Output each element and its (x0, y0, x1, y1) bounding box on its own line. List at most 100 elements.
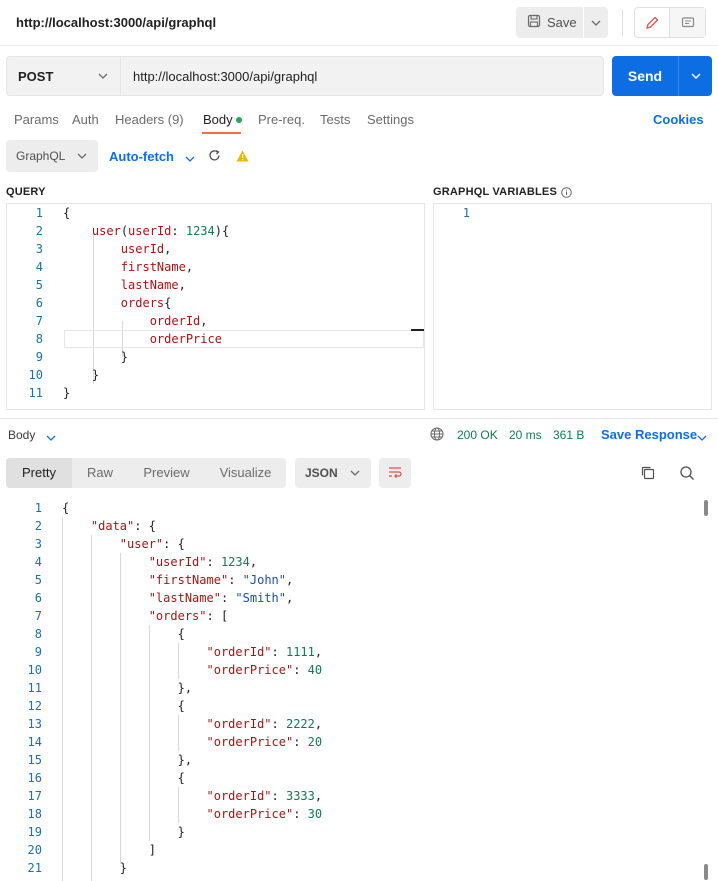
send-options-dropdown[interactable] (679, 56, 712, 96)
copy-icon[interactable] (640, 465, 656, 484)
edit-mode-button[interactable] (635, 8, 670, 37)
cookies-link[interactable]: Cookies (653, 112, 704, 127)
code-line: 8 { (0, 625, 718, 643)
line-number: 1 (34, 501, 42, 515)
code-line: 6 "lastName": "Smith", (0, 589, 718, 607)
header-divider (622, 10, 623, 36)
response-body-viewer[interactable]: 1{2 "data": {3 "user": {4 "userId": 1234… (0, 499, 718, 881)
active-tab-underline (202, 132, 241, 134)
save-response-button[interactable]: Save Response (601, 427, 697, 442)
pencil-icon (646, 16, 659, 29)
save-main[interactable]: Save (516, 7, 584, 38)
line-number: 21 (27, 861, 42, 875)
search-icon[interactable] (679, 465, 695, 484)
tab-auth[interactable]: Auth (72, 112, 99, 127)
line-number: 14 (27, 735, 42, 749)
line-number: 10 (28, 368, 43, 382)
globe-icon[interactable] (430, 427, 444, 444)
code-text: } (63, 386, 71, 400)
code-text: { (62, 627, 185, 641)
warning-icon[interactable] (236, 150, 249, 165)
code-text: "orderId": 3333, (206, 789, 323, 803)
code-line: 19 } (0, 823, 718, 841)
line-number: 5 (34, 573, 42, 587)
line-number: 9 (34, 645, 42, 659)
code-line: 9 "orderId": 1111, (0, 643, 718, 661)
code-text: "orderPrice": 40 (206, 663, 323, 677)
code-line: 7 "orders": [ (0, 607, 718, 625)
tab-tests[interactable]: Tests (320, 112, 350, 127)
body-mode-select[interactable]: GraphQL (6, 140, 98, 172)
variables-editor[interactable]: 1 (433, 203, 712, 410)
view-toggle-group (634, 7, 706, 38)
line-number: 3 (34, 537, 42, 551)
code-line: 16 { (0, 769, 718, 787)
scrollbar-thumb[interactable] (704, 864, 708, 880)
comments-button[interactable] (670, 8, 705, 37)
line-number: 15 (27, 753, 42, 767)
code-line: 11} (7, 384, 424, 402)
response-body-label[interactable]: Body (8, 428, 35, 442)
code-text: { (63, 206, 71, 220)
tab-headers[interactable]: Headers (9) (115, 112, 184, 127)
save-options-dropdown[interactable] (584, 7, 608, 38)
line-number: 10 (27, 663, 42, 677)
url-input[interactable]: http://localhost:3000/api/graphql (121, 56, 604, 96)
code-text: "orderPrice": 20 (206, 735, 323, 749)
code-text: orders{ (120, 296, 172, 310)
code-text: "firstName": "John", (148, 573, 294, 587)
code-line: 10 "orderPrice": 40 (0, 661, 718, 679)
query-editor[interactable]: 1{2 user(userId: 1234){3 userId, 4 firstN… (6, 203, 425, 410)
request-title[interactable]: http://localhost:3000/api/graphql (16, 15, 216, 30)
autofetch-dropdown[interactable] (185, 150, 195, 165)
response-body-dropdown[interactable] (46, 429, 56, 444)
tab-body[interactable]: Body (203, 112, 233, 127)
line-number: 4 (35, 260, 43, 274)
code-text: orderId, (149, 314, 208, 328)
code-text: { (62, 699, 185, 713)
method-select[interactable]: POST (6, 56, 121, 96)
send-label[interactable]: Send (612, 56, 679, 96)
scrollbar-thumb[interactable] (704, 500, 708, 516)
info-icon (561, 186, 572, 198)
line-number: 12 (27, 699, 42, 713)
send-button[interactable]: Send (612, 56, 712, 96)
code-text: firstName, (120, 260, 194, 274)
line-number: 13 (27, 717, 42, 731)
chevron-down-icon (691, 73, 700, 79)
line-number: 16 (27, 771, 42, 785)
tab-params[interactable]: Params (14, 112, 59, 127)
tab-preview[interactable]: Preview (128, 458, 205, 488)
chevron-down-icon (77, 153, 87, 159)
refresh-icon[interactable] (208, 149, 221, 165)
code-line: 1 (434, 204, 711, 222)
code-text: user(userId: 1234){ (91, 224, 230, 238)
code-line: 1{ (0, 499, 718, 517)
code-line: 5 "firstName": "John", (0, 571, 718, 589)
wrap-icon (389, 467, 402, 478)
tab-pretty[interactable]: Pretty (6, 458, 72, 488)
wrap-lines-button[interactable] (379, 458, 411, 488)
save-response-dropdown[interactable] (697, 429, 707, 444)
autofetch-button[interactable]: Auto-fetch (109, 149, 174, 164)
tab-raw[interactable]: Raw (72, 458, 128, 488)
line-number: 5 (35, 278, 43, 292)
response-view-tabs: Pretty Raw Preview Visualize (6, 458, 286, 488)
code-line: 9 } (7, 348, 424, 366)
status-code[interactable]: 200 OK (457, 428, 498, 442)
response-time[interactable]: 20 ms (509, 428, 542, 442)
response-size[interactable]: 361 B (553, 428, 584, 442)
code-text: lastName, (120, 278, 186, 292)
line-number: 20 (27, 843, 42, 857)
tab-settings[interactable]: Settings (367, 112, 414, 127)
chevron-down-icon (697, 435, 707, 441)
code-line: 17 "orderId": 3333, (0, 787, 718, 805)
request-header-bar: http://localhost:3000/api/graphql Save (0, 0, 718, 46)
tab-prereq[interactable]: Pre-req. (258, 112, 305, 127)
tab-visualize[interactable]: Visualize (205, 458, 286, 488)
code-text: }, (62, 753, 193, 767)
variables-label: GRAPHQL VARIABLES (433, 186, 558, 198)
panel-divider[interactable] (0, 418, 718, 419)
format-select[interactable]: JSON (295, 458, 371, 488)
save-button[interactable]: Save (516, 7, 608, 38)
